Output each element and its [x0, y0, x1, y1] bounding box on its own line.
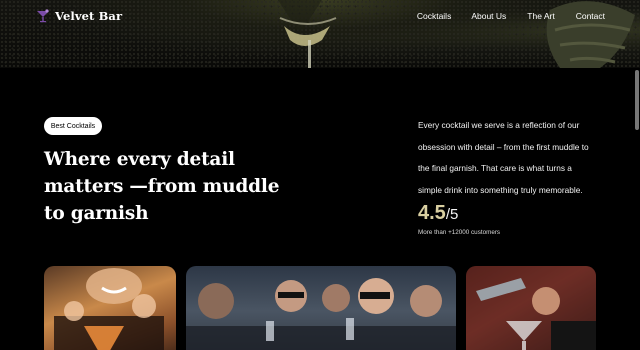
bartender-photo-card: [44, 266, 176, 350]
top-navigation: Velvet Bar Cocktails About Us The Art Co…: [0, 0, 640, 34]
page-headline: Where every detail matters —from muddle …: [44, 149, 280, 224]
crowd-photo-card: [186, 266, 456, 350]
description-text: Every cocktail we serve is a reflection …: [418, 120, 589, 195]
nav-link-contact[interactable]: Contact: [576, 11, 605, 21]
rating-max: /5: [445, 206, 459, 223]
nav-link-about-us[interactable]: About Us: [471, 11, 506, 21]
rating-caption: More than +12000 customers: [418, 229, 501, 236]
cocktail-glass-icon: [37, 9, 49, 23]
best-cocktails-badge: Best Cocktails: [44, 117, 102, 135]
rating: 4.5 /5: [418, 202, 458, 225]
brand-name: Velvet Bar: [55, 9, 123, 23]
nav-link-cocktails[interactable]: Cocktails: [417, 11, 451, 21]
scrollbar[interactable]: [635, 70, 639, 130]
mixologist-photo-card: [466, 266, 596, 350]
nav-link-the-art[interactable]: The Art: [527, 11, 554, 21]
nav-links: Cocktails About Us The Art Contact: [417, 11, 605, 21]
rating-value: 4.5: [418, 202, 446, 224]
brand-logo[interactable]: Velvet Bar: [36, 9, 122, 23]
